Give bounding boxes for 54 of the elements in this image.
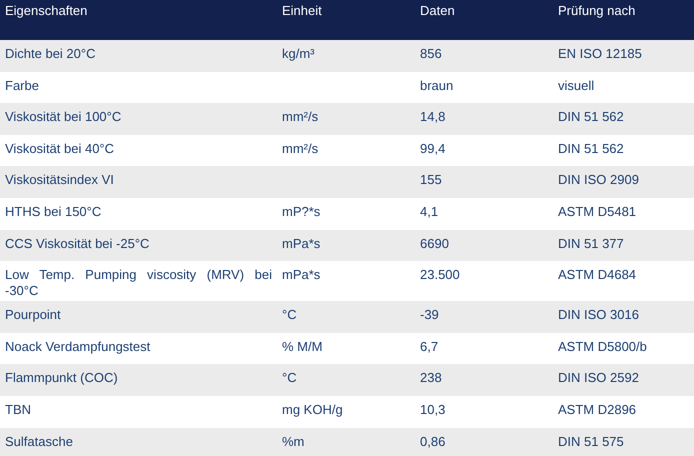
column-header: Daten <box>420 3 455 18</box>
value-cell: 14,8 <box>420 109 446 124</box>
method-cell: ASTM D2896 <box>558 402 636 417</box>
value-cell: 10,3 <box>420 402 446 417</box>
method-cell: ASTM D5481 <box>558 204 636 219</box>
unit-cell: kg/m³ <box>282 46 314 61</box>
property-cell: Viskosität bei 40°C <box>5 140 114 156</box>
unit-cell: mg KOH/g <box>282 402 343 417</box>
unit-cell: °C <box>282 370 297 386</box>
method-cell: DIN ISO 3016 <box>558 307 639 322</box>
method-cell: DIN ISO 2592 <box>558 370 639 386</box>
unit-cell: %m <box>282 434 304 449</box>
value-cell: 0,86 <box>420 434 446 449</box>
value-cell: 6,7 <box>420 338 438 354</box>
unit-cell: mP?*s <box>282 204 320 219</box>
unit-cell: °C <box>282 307 297 322</box>
value-cell: 155 <box>420 172 442 188</box>
method-cell: DIN ISO 2909 <box>558 172 639 188</box>
method-cell: DIN 51 562 <box>558 109 624 124</box>
method-cell: EN ISO 12185 <box>558 46 642 61</box>
value-cell: 856 <box>420 46 442 61</box>
property-cell: HTHS bei 150°C <box>5 204 102 219</box>
value-cell: 238 <box>420 370 442 386</box>
property-cell: Dichte bei 20°C <box>5 46 96 61</box>
method-cell: DIN 51 377 <box>558 236 624 251</box>
property-cell: Viskosität bei 100°C <box>5 109 122 124</box>
unit-cell: mm²/s <box>282 140 318 156</box>
method-cell: DIN 51 562 <box>558 140 624 156</box>
unit-cell: mm²/s <box>282 109 318 124</box>
value-cell: 23.500 <box>420 267 460 282</box>
property-cell: TBN <box>5 402 31 417</box>
property-cell: Viskositätsindex VI <box>5 172 114 188</box>
column-header: Einheit <box>282 3 322 18</box>
unit-cell: % M/M <box>282 338 322 354</box>
method-cell: DIN 51 575 <box>558 434 624 449</box>
value-cell: 99,4 <box>420 140 446 156</box>
property-cell: Low Temp. Pumping viscosity (MRV) bei -30°C <box>5 267 272 298</box>
method-cell: ASTM D4684 <box>558 267 636 282</box>
property-cell: Flammpunkt (COC) <box>5 370 118 386</box>
property-cell: Pourpoint <box>5 307 61 322</box>
method-cell: visuell <box>558 78 594 93</box>
property-cell: Farbe <box>5 78 39 93</box>
value-cell: 6690 <box>420 236 449 251</box>
value-cell: 4,1 <box>420 204 438 219</box>
property-cell: Noack Verdampfungstest <box>5 338 150 354</box>
value-cell: braun <box>420 78 454 93</box>
unit-cell: mPa*s <box>282 267 320 282</box>
property-cell: Sulfatasche <box>5 434 73 449</box>
value-cell: -39 <box>420 307 439 322</box>
method-cell: ASTM D5800/b <box>558 338 647 354</box>
property-cell: CCS Viskosität bei -25°C <box>5 236 150 251</box>
column-header: Prüfung nach <box>558 3 636 18</box>
column-header: Eigenschaften <box>5 3 88 18</box>
unit-cell: mPa*s <box>282 236 320 251</box>
